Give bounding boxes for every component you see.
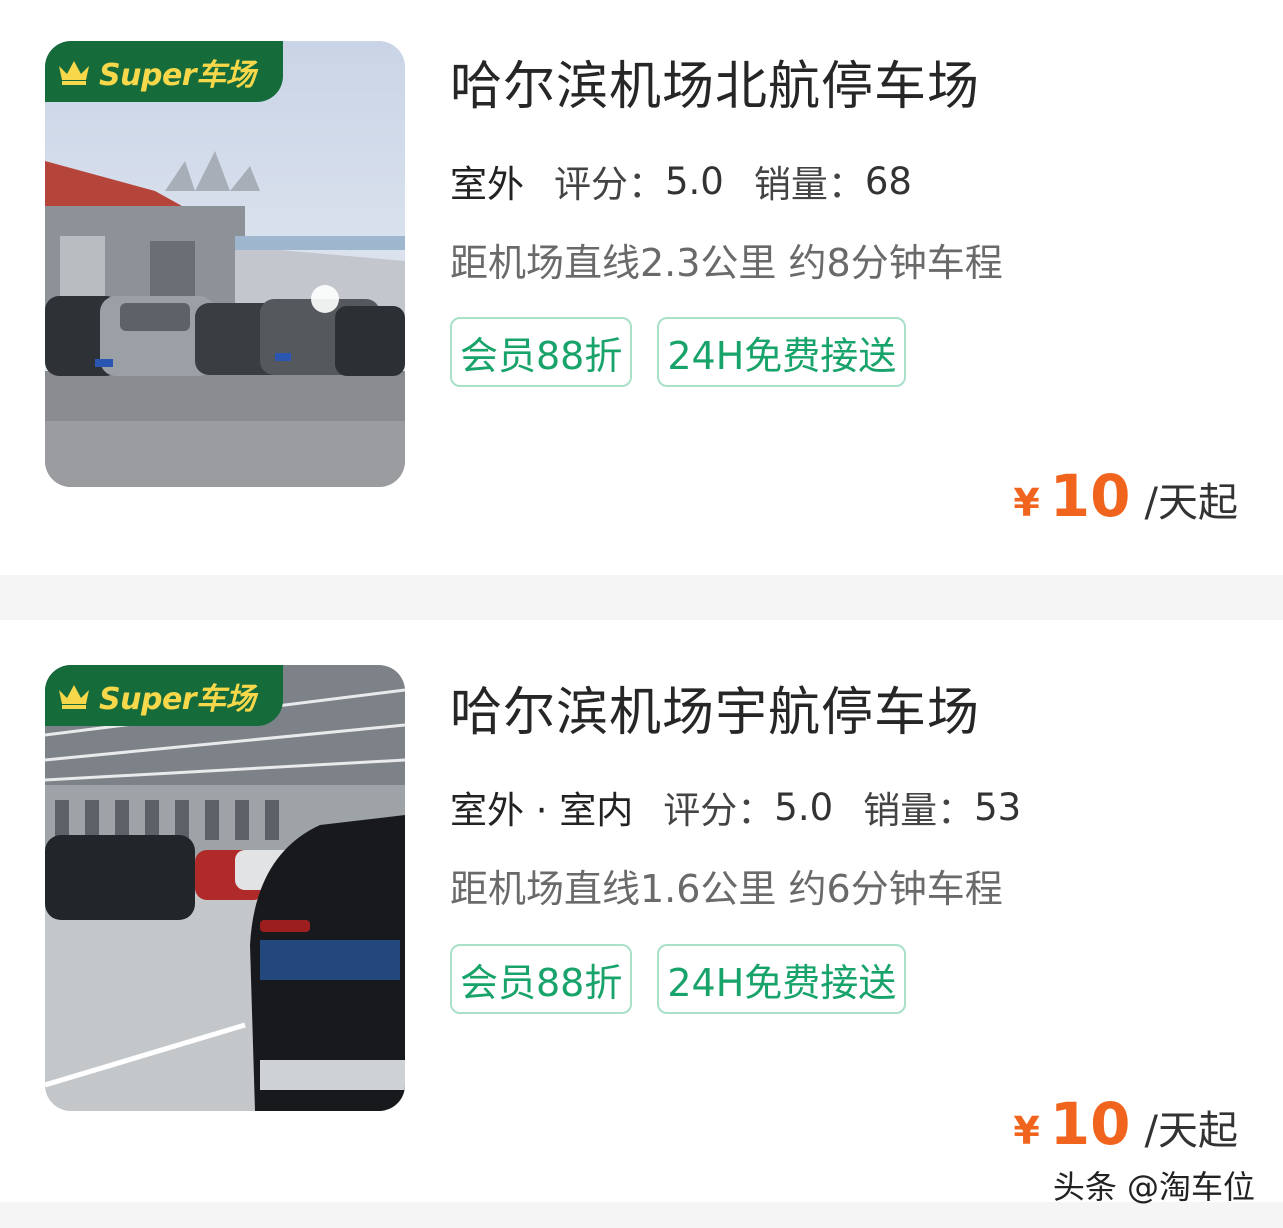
currency-symbol: ¥: [1013, 481, 1040, 525]
parking-meta: 室外 · 室内 评分： 5.0 销量： 53: [450, 780, 1022, 836]
super-badge: Super车场: [45, 41, 283, 102]
sales-value: 68: [864, 159, 912, 203]
rating-label: 评分：: [663, 789, 775, 832]
currency-symbol: ¥: [1013, 1109, 1040, 1153]
sales-value: 53: [974, 785, 1022, 829]
price-unit: /天起: [1144, 480, 1238, 526]
member-discount-tag: 会员88折: [450, 317, 633, 387]
crown-icon: [59, 60, 89, 85]
super-badge-label: Super车场: [99, 681, 256, 717]
parking-title[interactable]: 哈尔滨机场宇航停车场: [450, 670, 980, 745]
price: ¥ 10 /天起: [1013, 1090, 1238, 1158]
member-discount-tag: 会员88折: [450, 944, 633, 1014]
environment-label: 室外 · 室内: [450, 780, 634, 836]
parking-card-2[interactable]: Super车场 哈尔滨机场宇航停车场 室外 · 室内 评分： 5.0 销量： 5…: [0, 620, 1283, 1202]
indoor-parking-photo: [45, 665, 405, 1111]
distance-text: 距机场直线2.3公里 约8分钟车程: [450, 241, 1003, 285]
price: ¥ 10 /天起: [1013, 462, 1238, 530]
super-badge-label: Super车场: [99, 57, 256, 93]
super-badge: Super车场: [45, 665, 283, 726]
outdoor-parking-photo: [45, 41, 405, 487]
rating-value: 5.0: [774, 785, 834, 829]
watermark: 头条 @淘车位: [1052, 1168, 1255, 1206]
free-shuttle-tag: 24H免费接送: [657, 944, 907, 1014]
price-value: 10: [1049, 462, 1131, 530]
parking-meta: 室外 评分： 5.0 销量： 68: [450, 154, 912, 210]
sales-label: 销量：: [863, 789, 975, 832]
price-value: 10: [1049, 1090, 1131, 1158]
tag-list: 会员88折 24H免费接送: [450, 317, 931, 387]
price-unit: /天起: [1144, 1108, 1238, 1154]
sales-label: 销量：: [753, 163, 865, 206]
tag-list: 会员88折 24H免费接送: [450, 944, 931, 1014]
parking-photo[interactable]: Super车场: [45, 41, 405, 487]
parking-card-1[interactable]: Super车场 哈尔滨机场北航停车场 室外 评分： 5.0 销量： 68 距机场…: [0, 0, 1283, 575]
crown-icon: [59, 684, 89, 709]
environment-label: 室外: [450, 154, 524, 210]
parking-photo[interactable]: Super车场: [45, 665, 405, 1111]
distance-text: 距机场直线1.6公里 约6分钟车程: [450, 867, 1003, 911]
free-shuttle-tag: 24H免费接送: [657, 317, 907, 387]
parking-title[interactable]: 哈尔滨机场北航停车场: [450, 44, 980, 119]
rating-label: 评分：: [554, 163, 665, 206]
rating-value: 5.0: [665, 159, 724, 203]
